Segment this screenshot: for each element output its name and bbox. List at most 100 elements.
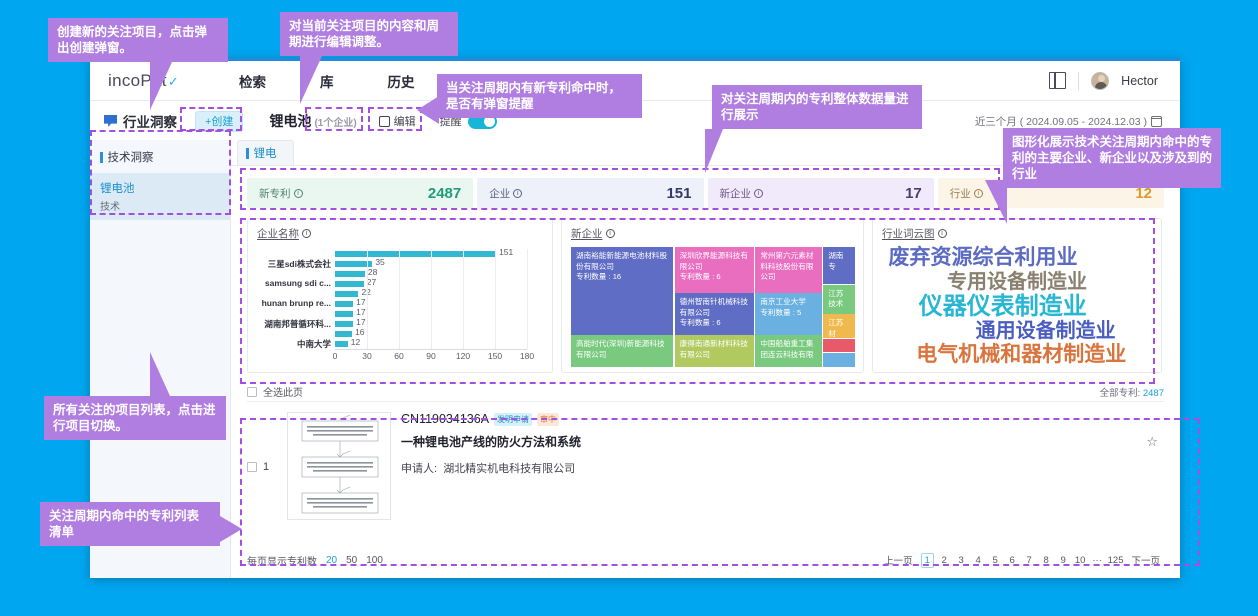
- applicant-label: 申请人:: [401, 463, 438, 475]
- bar-category-label: samsung sdi c...: [264, 277, 331, 288]
- gridline: [431, 249, 432, 349]
- username-label: Hector: [1121, 73, 1158, 88]
- treemap-tile[interactable]: 深圳欣界能源科技有限公司 专利数量 : 6: [674, 247, 755, 293]
- pagination-ellipsis[interactable]: ···: [1091, 553, 1104, 568]
- treemap-tile[interactable]: 南京工业大学 专利数量 : 5: [755, 293, 823, 335]
- date-range-label: 近三个月 ( 2024.09.05 - 2024.12.03 ): [974, 115, 1147, 128]
- date-range-picker[interactable]: 近三个月 ( 2024.09.05 - 2024.12.03 ): [974, 114, 1163, 129]
- project-company-count: (1个企业): [314, 118, 357, 129]
- sidebar-item-lithium-battery[interactable]: 锂电池 技术: [90, 173, 230, 220]
- avatar[interactable]: [1091, 71, 1110, 90]
- treemap-tile-count: 专利数量 : 6: [679, 272, 721, 281]
- nav-tab-history[interactable]: 历史: [388, 71, 415, 91]
- treemap-tile[interactable]: 江苏 技术: [823, 284, 855, 314]
- pagination-page-7[interactable]: 7: [1023, 553, 1036, 568]
- bar[interactable]: [335, 280, 364, 288]
- treemap-tile[interactable]: 湖南专: [823, 247, 855, 285]
- info-icon[interactable]: i: [754, 188, 763, 198]
- panel-title-label: 新企业: [571, 228, 603, 240]
- annotation-patent-list: 关注周期内命中的专利列表清单: [40, 502, 220, 546]
- bar[interactable]: [335, 250, 497, 258]
- treemap-tile[interactable]: [823, 352, 855, 367]
- treemap-tile-count: 专利数量 : 5: [760, 307, 802, 317]
- bar[interactable]: [335, 320, 354, 328]
- per-page-option-20[interactable]: 20: [326, 555, 337, 566]
- book-icon[interactable]: [1049, 72, 1067, 89]
- patent-number-row: CN119034136A 发明申请 审中: [401, 412, 1164, 426]
- pagination-page-3[interactable]: 3: [955, 553, 968, 568]
- edit-button-label: 编辑: [393, 116, 416, 128]
- bar-value-label: 17: [356, 307, 366, 318]
- stat-label: 新专利: [259, 187, 291, 200]
- info-icon[interactable]: i: [937, 229, 947, 238]
- patent-title[interactable]: 一种锂电池产线的防火方法和系统: [401, 433, 1164, 450]
- patent-tag-status: 审中: [537, 412, 560, 426]
- pagination-page-8[interactable]: 8: [1040, 553, 1053, 568]
- treemap-tile[interactable]: 江苏 材: [823, 314, 855, 339]
- word-cloud-word[interactable]: 仪器仪表制造业: [919, 295, 1087, 319]
- bar-category-label: hunan brunp re...: [261, 297, 331, 308]
- word-cloud-word[interactable]: 专用设备制造业: [947, 272, 1087, 292]
- treemap-tile-name: 德州智南针机械科技有限公司: [679, 297, 748, 317]
- star-outline-icon[interactable]: ☆: [1146, 434, 1158, 450]
- panel-title-label: 行业词云图: [882, 228, 935, 240]
- stat-new-companies[interactable]: 新企业 i 17: [707, 178, 934, 208]
- result-checkbox[interactable]: [247, 461, 257, 472]
- pagination-next[interactable]: 下一页: [1127, 553, 1164, 568]
- treemap-tile[interactable]: 湖南裕能新能源电池材料股份有限公司 专利数量 : 16: [571, 247, 674, 335]
- bar[interactable]: [335, 290, 359, 298]
- treemap-tile[interactable]: 康得南通新材料科技有限公司: [674, 335, 755, 367]
- annotation-patent-list-pointer: [220, 516, 242, 542]
- tab-lithium[interactable]: 锂电: [237, 140, 294, 165]
- gridline: [399, 249, 400, 349]
- bar[interactable]: [335, 270, 365, 278]
- info-icon[interactable]: i: [513, 188, 523, 198]
- nav-tab-search[interactable]: 检索: [239, 71, 266, 91]
- treemap-tile[interactable]: 中国船舶重工集团连云科技有限: [755, 335, 823, 367]
- per-page-option-50[interactable]: 50: [346, 555, 357, 566]
- pagination-page-2[interactable]: 2: [938, 553, 951, 568]
- bar-chart-x-axis: 0 30 60 90 120 150 180: [333, 351, 534, 363]
- bar[interactable]: [335, 330, 353, 338]
- annotation-project-list-pointer: [150, 352, 170, 396]
- word-cloud-word[interactable]: 废弃资源综合利用业: [888, 247, 1077, 268]
- pagination-page-6[interactable]: 6: [1006, 553, 1019, 568]
- stat-new-patents[interactable]: 新专利 i 2487: [247, 178, 474, 208]
- select-all-checkbox[interactable]: [247, 386, 257, 397]
- per-page-option-100[interactable]: 100: [366, 555, 383, 566]
- per-page-selector: 每页显示专利数 20 50 100: [247, 553, 383, 568]
- treemap-tile[interactable]: 高能时代(深圳)新能源科技有限公司: [571, 335, 674, 367]
- word-cloud-word[interactable]: 通用设备制造业: [976, 321, 1116, 341]
- info-icon[interactable]: i: [302, 229, 311, 238]
- bar[interactable]: [335, 310, 354, 318]
- pagination-page-10[interactable]: 10: [1074, 553, 1087, 568]
- pagination-page-125[interactable]: 125: [1108, 553, 1124, 568]
- treemap-tile[interactable]: 德州智南针机械科技有限公司 专利数量 : 6: [674, 293, 755, 335]
- info-icon[interactable]: i: [293, 188, 303, 198]
- stat-value: 151: [666, 184, 692, 202]
- select-all-label: 全选此页: [263, 388, 303, 399]
- stat-companies[interactable]: 企业 i 151: [477, 178, 704, 208]
- edit-button[interactable]: 编辑: [378, 113, 416, 129]
- pagination-page-1[interactable]: 1: [920, 552, 934, 568]
- create-button[interactable]: +创建: [195, 110, 244, 132]
- bar[interactable]: [335, 300, 354, 308]
- bar-value-label: 12: [350, 337, 361, 348]
- info-icon[interactable]: i: [605, 229, 615, 238]
- pagination-prev[interactable]: 上一页: [880, 553, 917, 568]
- pagination-page-5[interactable]: 5: [989, 553, 1002, 568]
- x-tick-label: 120: [455, 351, 471, 361]
- bar[interactable]: [335, 340, 348, 348]
- pagination-page-9[interactable]: 9: [1057, 553, 1070, 568]
- flag-icon: [104, 115, 117, 127]
- treemap-tile[interactable]: [823, 338, 855, 352]
- patent-number[interactable]: CN119034136A: [401, 412, 489, 426]
- patent-thumbnail[interactable]: [287, 412, 391, 520]
- treemap-tile-name: 湖南裕能新能源电池材料股份有限公司: [576, 251, 668, 271]
- info-icon[interactable]: i: [973, 188, 983, 198]
- nav-tab-library[interactable]: 库: [320, 71, 334, 91]
- pagination-page-4[interactable]: 4: [972, 553, 985, 568]
- flowchart-thumbnail-icon: [301, 414, 379, 514]
- treemap-tile[interactable]: 常州第六元素材料科技股份有限公司: [755, 247, 823, 293]
- word-cloud-word[interactable]: 电气机械和器材制造业: [916, 344, 1126, 365]
